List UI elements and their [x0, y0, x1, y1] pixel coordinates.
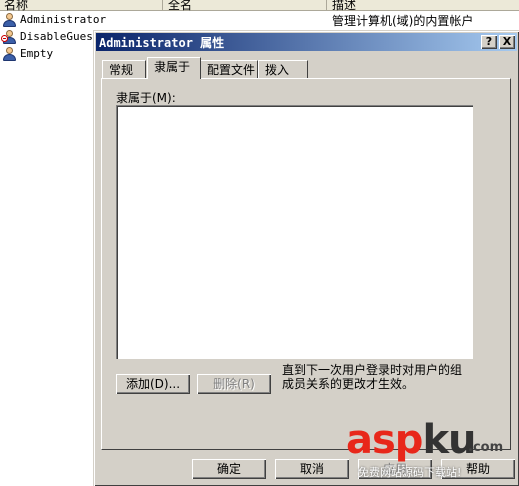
column-separator[interactable] [326, 0, 327, 10]
cancel-button[interactable]: 取消 [275, 459, 349, 479]
tab-general[interactable]: 常规 [102, 60, 146, 79]
list-item[interactable]: Empty [2, 45, 53, 62]
list-item[interactable]: DisableGuest [1, 28, 100, 45]
user-description: 管理计算机(域)的内置帐户 [332, 14, 474, 28]
list-item[interactable]: Administrator [2, 11, 106, 28]
user-name: DisableGuest [20, 30, 100, 43]
watermark-logo: aspku .com 免费网站源码下载站! [346, 420, 516, 484]
ok-button[interactable]: 确定 [192, 459, 266, 479]
dialog-titlebar[interactable]: Administrator 属性 ? X [96, 33, 517, 51]
tab-profile[interactable]: 配置文件 [200, 60, 258, 79]
close-button[interactable]: X [499, 35, 515, 49]
help-button[interactable]: ? [481, 35, 497, 49]
dialog-title: Administrator 属性 [99, 35, 225, 50]
tab-dial-in[interactable]: 拨入 [258, 60, 308, 79]
watermark-dotcom: .com [468, 440, 504, 455]
column-separator[interactable] [162, 0, 163, 10]
member-of-listbox[interactable] [116, 105, 473, 359]
user-name: Empty [20, 47, 54, 60]
add-button[interactable]: 添加(D)... [116, 374, 190, 394]
column-header-fullname[interactable]: 全名 [168, 0, 192, 13]
disabled-user-icon [1, 29, 17, 44]
user-name: Administrator [20, 13, 107, 26]
remove-button[interactable]: 删除(R) [197, 374, 271, 394]
tab-member-of[interactable]: 隶属于 [147, 57, 201, 79]
membership-note: 直到下一次用户登录时对用户的组成员关系的更改才生效。 [282, 363, 463, 391]
list-header: 名称 全名 描述 [0, 0, 519, 13]
user-icon [2, 12, 17, 27]
user-icon [2, 46, 17, 61]
member-of-label: 隶属于(M): [116, 91, 176, 105]
watermark-asp: asp [346, 417, 423, 463]
watermark-slogan: 免费网站源码下载站! [358, 466, 462, 479]
